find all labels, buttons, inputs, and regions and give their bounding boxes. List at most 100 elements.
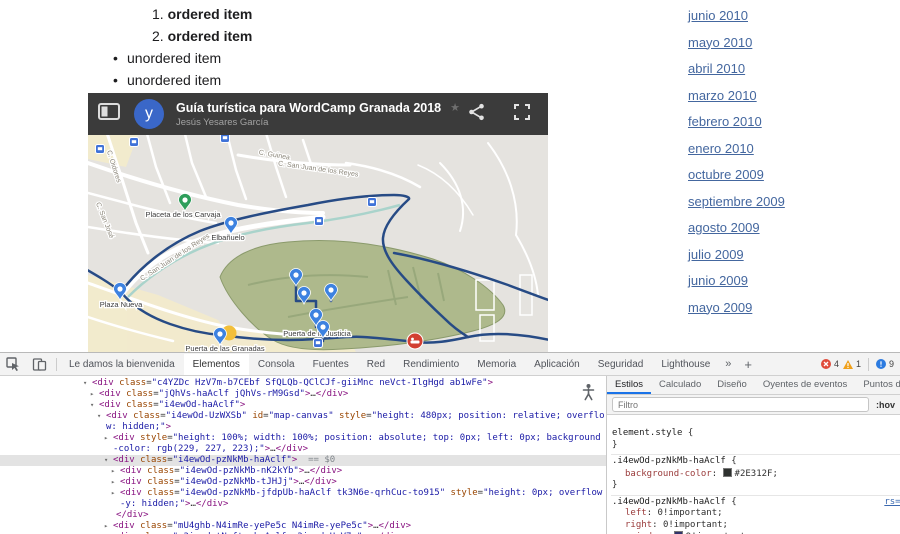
archive-link[interactable]: mayo 2010 <box>688 35 785 50</box>
dom-token: > <box>488 378 493 388</box>
map-lodging-marker[interactable] <box>407 333 423 349</box>
dom-node[interactable]: ▾<div class="i4ewOd-UzWXSb" id="map-canv… <box>0 411 606 433</box>
map-canvas[interactable]: C. OidoresC. San JoséC. GuineaC. San Jua… <box>88 135 548 352</box>
dom-token: "mU4ghb-N4imRe-yePe5c N4imRe-yePe5c" <box>173 521 368 531</box>
css-rule[interactable]: element.style {} <box>611 427 900 455</box>
warning-badge[interactable]: 1 <box>843 359 861 369</box>
devtools-tab-memoria[interactable]: Memoria <box>468 354 525 375</box>
archive-link[interactable]: septiembre 2009 <box>688 194 785 209</box>
issues-badge[interactable]: 9 <box>876 359 894 369</box>
ordered-item-text: ordered item <box>168 28 253 44</box>
archive-link[interactable]: enero 2010 <box>688 141 785 156</box>
dom-node[interactable]: ▸<div style="height: 100%; width: 100%; … <box>0 433 606 455</box>
dom-node[interactable]: ▾<div class="i4ewOd-haAclf"> <box>0 400 606 411</box>
devtools-tab-le-damos-la-bienvenida[interactable]: Le damos la bienvenida <box>60 354 184 375</box>
dom-token: class <box>121 400 154 410</box>
dom-node[interactable]: ▸<div class="i4ewOd-pzNkMb-jfdpUb-haAclf… <box>0 488 606 510</box>
dom-node[interactable]: ▸<div class="i4ewOd-pzNkMb-nK2kYb">…</di… <box>0 466 606 477</box>
share-icon[interactable] <box>468 103 486 126</box>
devtools-tab-lighthouse[interactable]: Lighthouse <box>652 354 719 375</box>
css-property[interactable]: right: 0!important; <box>612 520 900 532</box>
elements-tree: ▾<div class="c4YZDc HzV7m-b7CEbf SfQLQb-… <box>0 376 607 534</box>
css-rule[interactable]: .i4ewOd-pzNkMb-haAclf {rs=Aleft: 0!impor… <box>611 496 900 534</box>
map-legend-toggle-icon[interactable] <box>98 103 120 125</box>
tree-expand-arrow[interactable]: ▸ <box>90 389 94 400</box>
devtools-tab-rendimiento[interactable]: Rendimiento <box>394 354 468 375</box>
add-tab-icon[interactable]: + <box>737 357 759 372</box>
tree-expand-arrow[interactable]: ▾ <box>83 378 87 389</box>
transit-station-icon[interactable] <box>96 145 105 154</box>
archive-link[interactable]: marzo 2010 <box>688 88 785 103</box>
css-selector[interactable]: .i4ewOd-pzNkMb-haAclf <box>612 497 726 507</box>
dom-node[interactable]: ▾<div class="i4ewOd-pzNkMb-haAclf"> == $… <box>0 455 606 466</box>
archive-link[interactable]: junio 2009 <box>688 273 785 288</box>
dom-token: "jQhVs-haAclf jQhVs-rM9Gsd" <box>159 389 305 399</box>
styles-tab-estilos[interactable]: Estilos <box>607 376 651 394</box>
archive-link[interactable]: octubre 2009 <box>688 167 785 182</box>
styles-tab-calculado[interactable]: Calculado <box>651 376 709 394</box>
transit-station-icon[interactable] <box>130 138 139 147</box>
styles-filter-input[interactable] <box>612 397 869 412</box>
dom-token: </div> <box>310 466 343 476</box>
styles-tab-puntos-de-inter[interactable]: Puntos de inter <box>855 376 900 394</box>
transit-station-icon[interactable] <box>368 198 377 207</box>
devtools-tab-red[interactable]: Red <box>358 354 394 375</box>
css-selector-line: element.style { <box>612 428 900 440</box>
devtools-tab-strip: Le damos la bienvenidaElementosConsolaFu… <box>60 354 719 375</box>
css-selector[interactable]: .i4ewOd-pzNkMb-haAclf <box>612 456 726 466</box>
styles-tab-diseño[interactable]: Diseño <box>709 376 755 394</box>
devtools-tab-aplicación[interactable]: Aplicación <box>525 354 589 375</box>
css-property[interactable]: background-color: #2E312F; <box>612 468 900 481</box>
devtools-tab-consola[interactable]: Consola <box>249 354 304 375</box>
tree-expand-arrow[interactable]: ▸ <box>104 433 108 444</box>
css-property[interactable]: left: 0!important; <box>612 508 900 520</box>
archive-link[interactable]: mayo 2009 <box>688 300 785 315</box>
fullscreen-icon[interactable] <box>514 104 530 125</box>
tree-expand-arrow[interactable]: ▸ <box>111 466 115 477</box>
dom-token: style <box>334 411 367 421</box>
devtools-tab-elementos[interactable]: Elementos <box>184 354 249 375</box>
styles-tab-oyentes-de-eventos[interactable]: Oyentes de eventos <box>755 376 856 394</box>
dom-node[interactable]: ▸<div class="i4ewOd-pzNkMb-tJHJj">…</div… <box>0 477 606 488</box>
more-tabs-icon[interactable]: » <box>719 358 737 370</box>
error-badge[interactable]: 4 <box>821 359 839 369</box>
ordered-item-number: 2. <box>152 28 168 44</box>
archive-links: junio 2010 mayo 2010 abril 2010 marzo 2010 f… <box>688 8 785 326</box>
avatar[interactable]: y <box>134 99 164 129</box>
accessibility-icon[interactable] <box>579 381 597 403</box>
dom-token: "i4ewOd-UzWXSb" <box>166 411 247 421</box>
tree-expand-arrow[interactable]: ▸ <box>111 477 115 488</box>
device-toolbar-icon[interactable] <box>26 357 53 371</box>
hov-toggle[interactable]: :hov <box>876 400 895 410</box>
archive-link[interactable]: agosto 2009 <box>688 220 785 235</box>
dom-node[interactable]: </div> <box>0 510 606 521</box>
tree-expand-arrow[interactable]: ▸ <box>104 521 108 532</box>
dom-node[interactable]: ▸<div class="mU4ghb-N4imRe-yePe5c N4imRe… <box>0 521 606 532</box>
css-rule[interactable]: .i4ewOd-pzNkMb-haAclf {background-color:… <box>611 455 900 496</box>
dom-node[interactable]: ▸<div class="jQhVs-haAclf jQhVs-rM9Gsd">… <box>0 389 606 400</box>
devtools-tab-fuentes[interactable]: Fuentes <box>304 354 358 375</box>
css-selector[interactable]: element.style <box>612 428 682 438</box>
tree-expand-arrow[interactable]: ▾ <box>97 411 101 422</box>
tree-expand-arrow[interactable]: ▸ <box>111 488 115 499</box>
archive-link[interactable]: febrero 2010 <box>688 114 785 129</box>
map-embed: y Guía turística para WordCamp Granada 2… <box>88 93 548 352</box>
tree-expand-arrow[interactable]: ▾ <box>90 400 94 411</box>
devtools-tab-seguridad[interactable]: Seguridad <box>589 354 653 375</box>
tree-expand-arrow[interactable]: ▾ <box>104 455 108 466</box>
dom-token: <div <box>92 378 114 388</box>
toolbar-divider <box>56 358 57 371</box>
archive-link[interactable]: abril 2010 <box>688 61 785 76</box>
transit-station-icon[interactable] <box>315 217 324 226</box>
archive-link[interactable]: junio 2010 <box>688 8 785 23</box>
star-icon[interactable]: ★ <box>450 101 460 114</box>
dom-node[interactable]: ▾<div class="c4YZDc HzV7m-b7CEbf SfQLQb-… <box>0 378 606 389</box>
transit-station-icon[interactable] <box>314 339 323 348</box>
color-swatch[interactable] <box>723 468 732 477</box>
archive-link[interactable]: julio 2009 <box>688 247 785 262</box>
map-title[interactable]: Guía turística para WordCamp Granada 201… <box>176 101 441 115</box>
inspect-element-icon[interactable] <box>0 357 26 371</box>
transit-station-icon[interactable] <box>221 135 230 143</box>
stylesheet-link[interactable]: rs=A <box>884 497 900 509</box>
dom-token: "c4YZDc HzV7m-b7CEbf SfQLQb-QClCJf-giiMn… <box>152 378 488 388</box>
